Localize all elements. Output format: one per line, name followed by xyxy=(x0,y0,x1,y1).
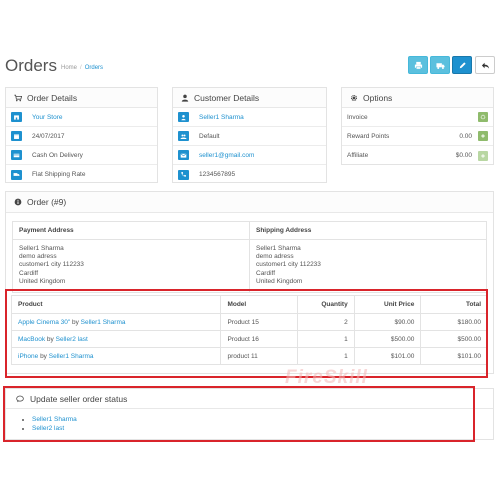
calendar-icon xyxy=(11,131,22,141)
breadcrumb-home[interactable]: Home xyxy=(61,65,77,71)
shipping-method-row: Flat Shipping Rate xyxy=(6,165,157,184)
option-label: Affiliate xyxy=(347,152,369,159)
user-icon xyxy=(178,112,189,122)
credit-card-icon xyxy=(11,150,22,160)
option-value: $0.00 xyxy=(455,152,472,159)
payment-address-label: Payment Address xyxy=(13,222,250,240)
add-commission-button[interactable] xyxy=(478,150,488,161)
order-header: Order (#9) xyxy=(6,192,493,213)
products-highlight-box xyxy=(5,289,488,378)
truck-icon xyxy=(435,62,445,69)
phone-icon xyxy=(178,169,189,180)
options-title: Options xyxy=(363,92,393,103)
page-title: Orders xyxy=(5,56,57,75)
customer-phone: 1234567895 xyxy=(199,171,236,178)
order-details-header: Order Details xyxy=(6,88,157,108)
customer-email-row: seller1@gmail.com xyxy=(173,146,326,165)
option-label: Invoice xyxy=(347,113,368,121)
options-header: Options xyxy=(342,88,493,108)
envelope-icon xyxy=(178,150,189,160)
order-date: 24/07/2017 xyxy=(32,132,65,140)
group-icon xyxy=(178,131,189,141)
print-shipping-button[interactable] xyxy=(430,56,450,74)
payment-address: Seller1 Sharma demo adress customer1 cit… xyxy=(13,239,250,292)
option-invoice-row: Invoice xyxy=(342,108,493,127)
customer-name-link[interactable]: Seller1 Sharma xyxy=(199,114,244,121)
order-title: Order (#9) xyxy=(27,197,67,207)
option-affiliate-row: Affiliate $0.00 xyxy=(342,146,493,165)
breadcrumb: Home / Orders xyxy=(61,65,104,71)
customer-details-title: Customer Details xyxy=(194,92,260,103)
date-row: 24/07/2017 xyxy=(6,127,157,146)
user-icon xyxy=(181,94,189,102)
option-value: 0.00 xyxy=(459,132,472,140)
reply-icon xyxy=(481,62,489,69)
customer-name-row: Seller1 Sharma xyxy=(173,108,326,127)
shipping-method: Flat Shipping Rate xyxy=(32,171,86,178)
store-icon xyxy=(11,112,22,122)
customer-details-header: Customer Details xyxy=(173,88,326,108)
add-reward-button[interactable] xyxy=(478,131,488,141)
gear-icon xyxy=(480,114,486,120)
customer-email-link[interactable]: seller1@gmail.com xyxy=(199,152,254,159)
payment-method-row: Cash On Delivery xyxy=(6,146,157,165)
edit-button[interactable] xyxy=(452,56,472,74)
gear-icon xyxy=(350,94,358,101)
order-details-title: Order Details xyxy=(27,92,78,103)
breadcrumb-orders[interactable]: Orders xyxy=(85,65,103,71)
option-reward-row: Reward Points 0.00 xyxy=(342,127,493,146)
info-circle-icon xyxy=(14,198,22,206)
customer-phone-row: 1234567895 xyxy=(173,165,326,184)
customer-group: Default xyxy=(199,132,220,140)
options-panel: Options Invoice Reward Points 0.00 Affil… xyxy=(341,87,494,165)
shipping-address: Seller1 Sharma demo adress customer1 cit… xyxy=(256,244,321,286)
plus-circle-icon xyxy=(481,153,485,158)
payment-method: Cash On Delivery xyxy=(32,151,83,159)
print-invoice-button[interactable] xyxy=(408,56,428,74)
update-status-highlight-box xyxy=(3,386,475,442)
shopping-cart-icon xyxy=(14,94,22,101)
store-row: Your Store xyxy=(6,108,157,127)
option-label: Reward Points xyxy=(347,132,390,140)
store-link[interactable]: Your Store xyxy=(32,114,62,121)
address-table: Payment Address Shipping Address Seller1… xyxy=(13,222,486,292)
shipping-address-label: Shipping Address xyxy=(249,222,486,240)
pencil-icon xyxy=(459,61,466,68)
back-button[interactable] xyxy=(475,56,495,74)
customer-details-panel: Customer Details Seller1 Sharma Default … xyxy=(172,87,327,183)
customer-group-row: Default xyxy=(173,127,326,146)
order-details-panel: Order Details Your Store 24/07/2017 Cash… xyxy=(5,87,158,183)
generate-invoice-button[interactable] xyxy=(478,112,488,122)
print-icon xyxy=(414,61,422,69)
truck-icon xyxy=(11,169,22,180)
plus-circle-icon xyxy=(481,134,485,138)
